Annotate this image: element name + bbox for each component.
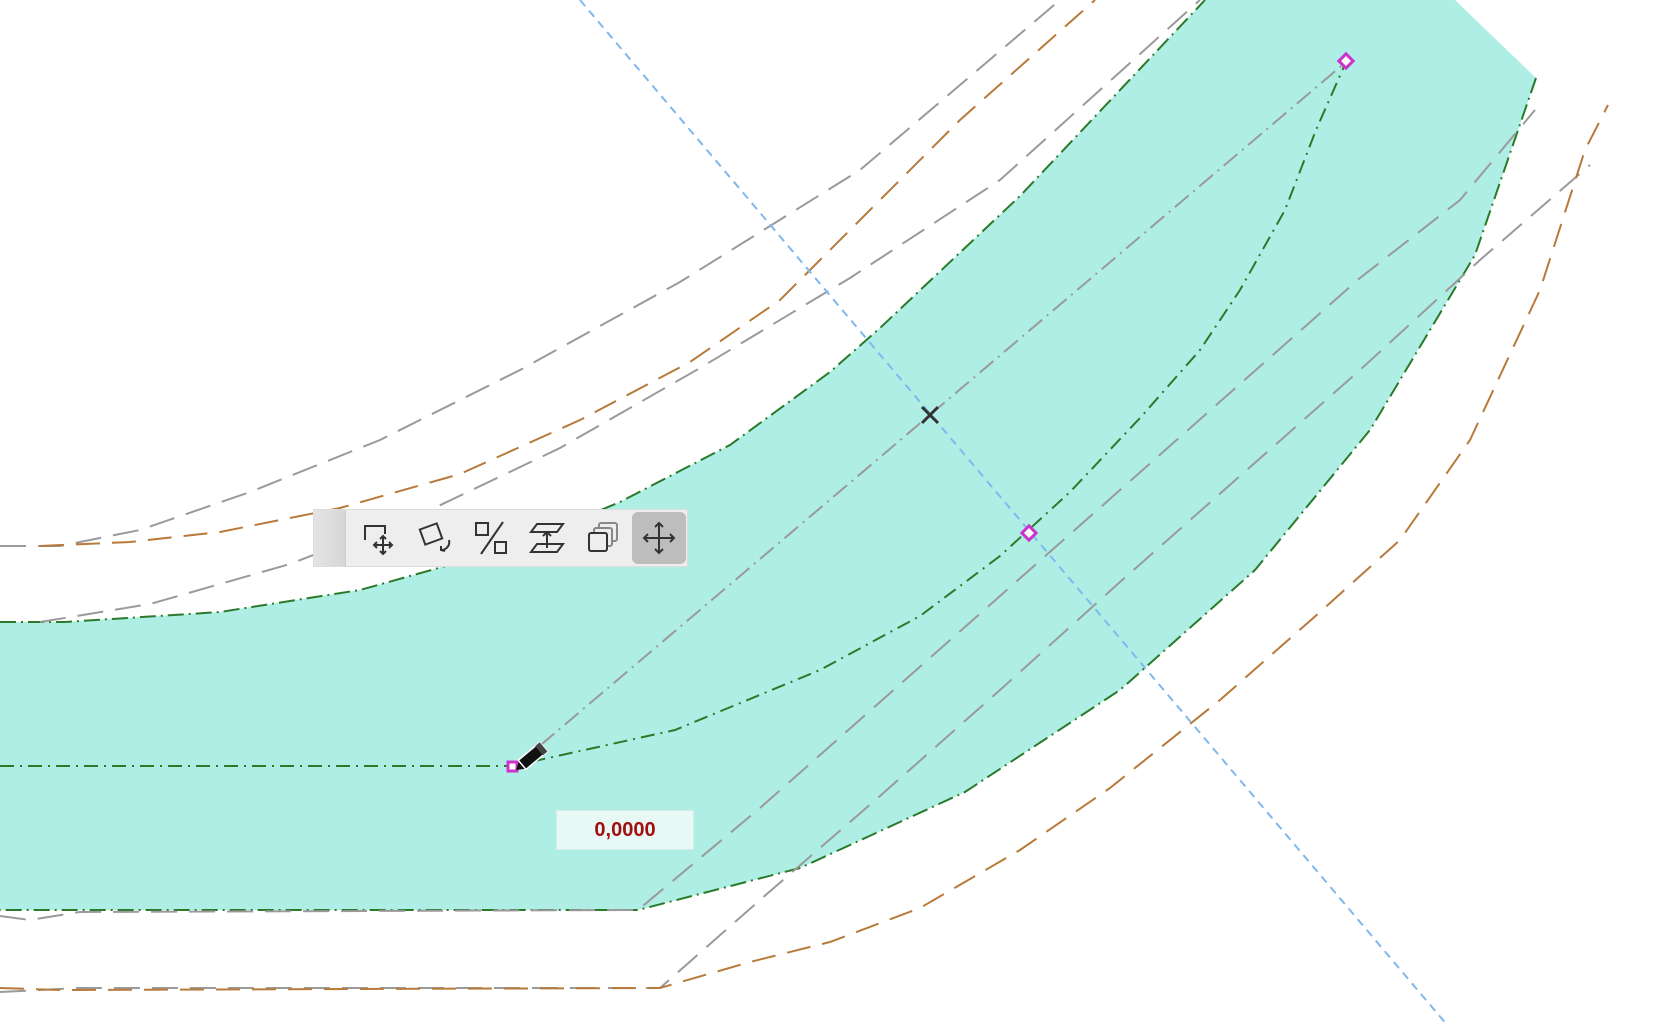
filled-strip[interactable] — [0, 0, 1536, 910]
drawing-canvas[interactable] — [0, 0, 1664, 1026]
drag-tool-button[interactable] — [352, 512, 406, 564]
drag-icon — [364, 525, 394, 556]
mirror-tool-button[interactable] — [464, 512, 518, 564]
mirror-icon — [475, 521, 507, 555]
multiply-tool-button[interactable] — [576, 512, 630, 564]
tracker-value[interactable]: 0,0000 — [594, 819, 655, 842]
move-node-tool-button[interactable] — [632, 512, 686, 564]
elevate-tool-button[interactable] — [520, 512, 574, 564]
palette-grip[interactable] — [314, 510, 346, 566]
tracker-value-box[interactable]: 0,0000 — [556, 810, 694, 850]
rotate-tool-button[interactable] — [408, 512, 462, 564]
move-icon — [642, 521, 676, 555]
hotspot-start[interactable] — [506, 760, 519, 773]
pet-palette — [313, 509, 688, 567]
rotate-icon — [418, 522, 451, 552]
palette-tools — [346, 512, 686, 564]
multiply-icon — [588, 522, 618, 552]
elevate-icon — [529, 523, 565, 553]
